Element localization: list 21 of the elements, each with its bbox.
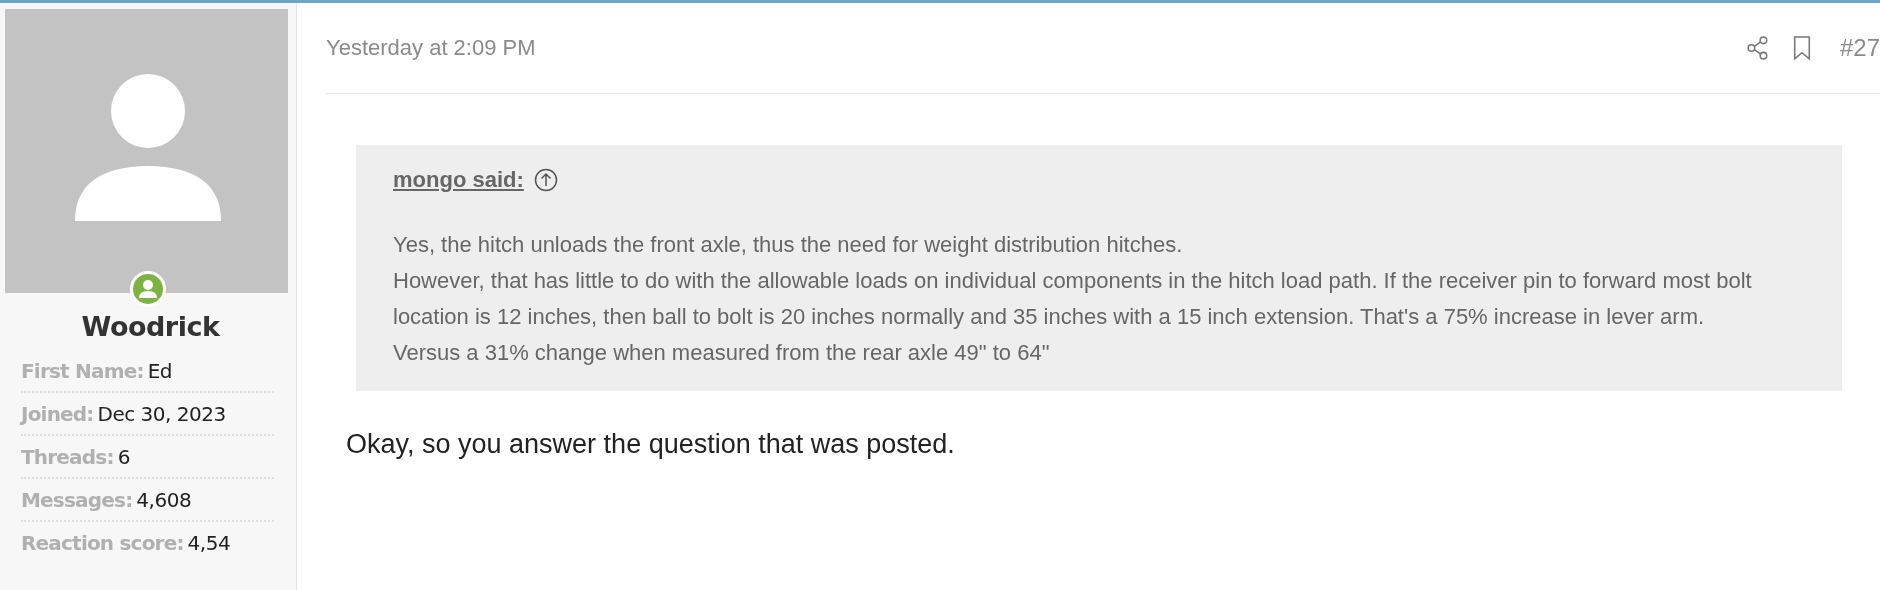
stat-label: First Name:: [21, 359, 144, 383]
bookmark-icon[interactable]: [1791, 35, 1812, 61]
stat-value: 4,608: [136, 488, 192, 512]
stat-value: 6: [117, 445, 130, 469]
post-number[interactable]: #27: [1839, 34, 1880, 62]
stat-label: Threads:: [21, 445, 114, 469]
stat-label: Messages:: [21, 488, 133, 512]
quote-text: Versus a 31% change when measured from the rear axle 49" to 64": [393, 339, 1051, 367]
username[interactable]: Woodrick: [5, 311, 296, 342]
post-date[interactable]: Yesterday at 2:09 PM: [326, 35, 1746, 61]
post-text: Okay, so you answer the question that was posted.: [346, 429, 956, 460]
quote-text: Yes, the hitch unloads the front axle, thus the need for weight distribution hitches.: [393, 231, 1184, 259]
share-icon[interactable]: [1745, 36, 1770, 60]
quote-author-link[interactable]: mongo said:: [393, 167, 524, 193]
stat-value: Dec 30, 2023: [97, 402, 226, 426]
quote-text: However, that has little to do with the allowable loads on individual components in the hitch load path. If the receiver pin to forward most bolt location is 12 inches, then ball to bolt is 20 inches normally and 35 inches with a 15 inch extension. That's a 75% increase in lever arm.: [393, 267, 1753, 331]
stat-label: Joined:: [21, 402, 94, 426]
stat-label: Reaction score:: [21, 531, 184, 555]
stat-value: 4,54: [187, 531, 231, 555]
arrow-up-icon[interactable]: [533, 168, 558, 192]
stat-value: Ed: [147, 359, 172, 383]
